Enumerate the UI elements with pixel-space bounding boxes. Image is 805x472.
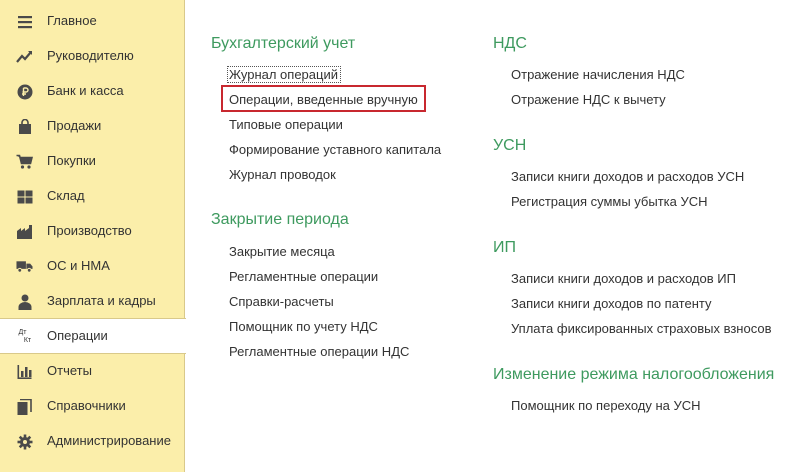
link-fixed-insurance[interactable]: Уплата фиксированных страховых взносов bbox=[511, 321, 771, 336]
link-usn-transition-assistant[interactable]: Помощник по переходу на УСН bbox=[511, 398, 701, 413]
gear-icon bbox=[16, 433, 33, 450]
sidebar-item-bank[interactable]: Банк и касса bbox=[0, 74, 185, 109]
link-calculation-references[interactable]: Справки-расчеты bbox=[229, 294, 334, 309]
sidebar-item-label: Администрирование bbox=[47, 433, 171, 448]
trend-icon bbox=[16, 48, 33, 65]
debit-credit-icon: Дт Кт bbox=[18, 328, 32, 344]
bar-chart-icon bbox=[16, 363, 33, 380]
link-vat-assistant[interactable]: Помощник по учету НДС bbox=[229, 319, 378, 334]
warehouse-grid-icon bbox=[16, 188, 33, 205]
sidebar-item-label: Продажи bbox=[47, 118, 102, 133]
section-title-period-close: Закрытие периода bbox=[211, 211, 349, 228]
link-typical-operations[interactable]: Типовые операции bbox=[229, 117, 343, 132]
sidebar-item-label: ОС и НМА bbox=[47, 258, 110, 273]
link-ip-income-book[interactable]: Записи книги доходов и расходов ИП bbox=[511, 271, 736, 286]
section-title-ip: ИП bbox=[493, 239, 516, 256]
sidebar-item-label: Главное bbox=[47, 13, 97, 28]
sidebar-item-purchases[interactable]: Покупки bbox=[0, 144, 185, 179]
shopping-bag-icon bbox=[16, 118, 33, 135]
sidebar-item-fixed-assets[interactable]: ОС и НМА bbox=[0, 249, 185, 284]
sidebar: Главное Руководителю Банк и касса Продаж… bbox=[0, 0, 186, 472]
sidebar-item-label: Склад bbox=[47, 188, 85, 203]
sidebar-item-reports[interactable]: Отчеты bbox=[0, 354, 185, 389]
sidebar-item-label: Банк и касса bbox=[47, 83, 124, 98]
link-usn-loss[interactable]: Регистрация суммы убытка УСН bbox=[511, 194, 708, 209]
sidebar-item-warehouse[interactable]: Склад bbox=[0, 179, 185, 214]
sidebar-item-label: Операции bbox=[47, 328, 108, 343]
link-manual-operations[interactable]: Операции, введенные вручную bbox=[229, 92, 418, 107]
link-patent-income-book[interactable]: Записи книги доходов по патенту bbox=[511, 296, 711, 311]
sidebar-item-production[interactable]: Производство bbox=[0, 214, 185, 249]
sidebar-item-sales[interactable]: Продажи bbox=[0, 109, 185, 144]
sidebar-item-label: Отчеты bbox=[47, 363, 92, 378]
sidebar-item-label: Руководителю bbox=[47, 48, 134, 63]
link-vat-accrual[interactable]: Отражение начисления НДС bbox=[511, 67, 685, 82]
sidebar-item-directories[interactable]: Справочники bbox=[0, 389, 185, 424]
ruble-coin-icon bbox=[16, 83, 33, 100]
link-regulated-operations[interactable]: Регламентные операции bbox=[229, 269, 378, 284]
factory-icon bbox=[16, 223, 33, 240]
link-usn-income-book[interactable]: Записи книги доходов и расходов УСН bbox=[511, 169, 744, 184]
link-journal-operations[interactable]: Журнал операций bbox=[229, 67, 338, 82]
sidebar-item-admin[interactable]: Администрирование bbox=[0, 424, 185, 459]
link-month-close[interactable]: Закрытие месяца bbox=[229, 244, 335, 259]
section-title-vat: НДС bbox=[493, 35, 527, 52]
person-icon bbox=[16, 293, 33, 310]
link-vat-deduction[interactable]: Отражение НДС к вычету bbox=[511, 92, 666, 107]
link-regulated-vat-operations[interactable]: Регламентные операции НДС bbox=[229, 344, 409, 359]
link-entries-journal[interactable]: Журнал проводок bbox=[229, 167, 336, 182]
link-charter-capital[interactable]: Формирование уставного капитала bbox=[229, 142, 441, 157]
sidebar-item-salary[interactable]: Зарплата и кадры bbox=[0, 284, 185, 319]
cart-icon bbox=[16, 153, 33, 170]
sidebar-item-operations[interactable]: Дт Кт Операции bbox=[0, 318, 186, 354]
section-title-usn: УСН bbox=[493, 137, 527, 154]
books-icon bbox=[16, 398, 33, 415]
sidebar-item-label: Зарплата и кадры bbox=[47, 293, 156, 308]
sidebar-item-label: Покупки bbox=[47, 153, 96, 168]
sidebar-item-label: Справочники bbox=[47, 398, 126, 413]
section-title-accounting: Бухгалтерский учет bbox=[211, 35, 356, 52]
sidebar-item-manager[interactable]: Руководителю bbox=[0, 39, 185, 74]
truck-icon bbox=[16, 258, 33, 275]
sidebar-item-main[interactable]: Главное bbox=[0, 4, 185, 39]
menu-icon bbox=[16, 13, 33, 30]
sidebar-item-label: Производство bbox=[47, 223, 132, 238]
section-title-tax-mode: Изменение режима налогообложения bbox=[493, 366, 775, 383]
